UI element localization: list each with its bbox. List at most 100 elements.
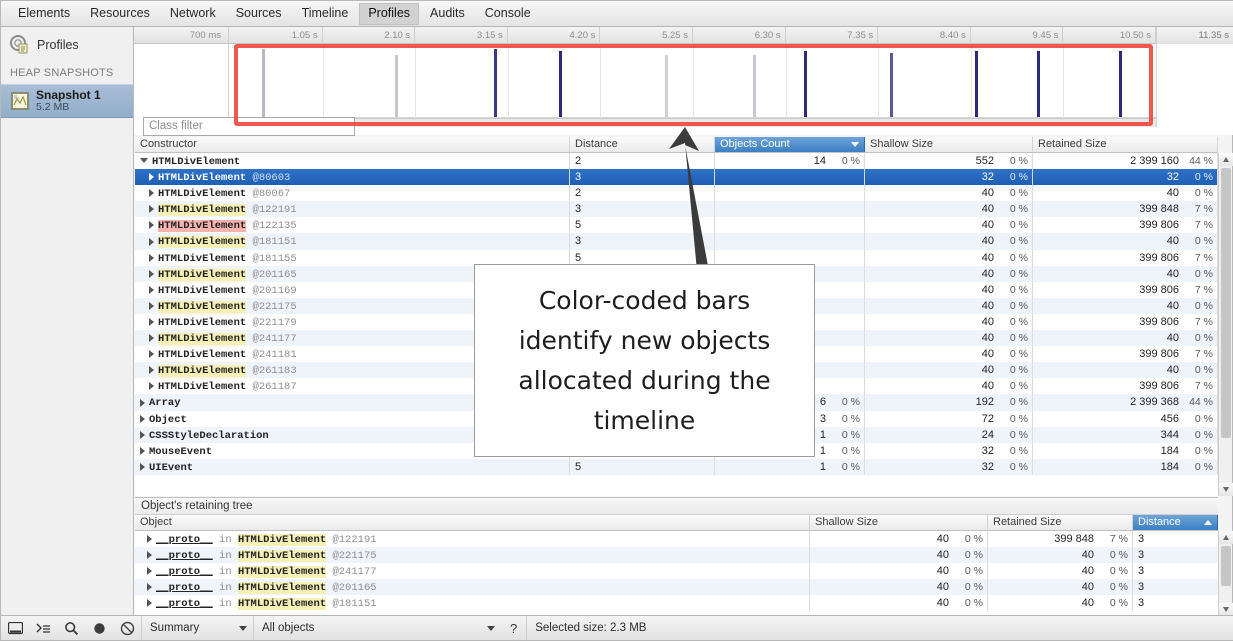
record-icon[interactable]	[85, 616, 113, 640]
triangle-right-icon[interactable]	[149, 334, 154, 342]
triangle-right-icon[interactable]	[147, 599, 152, 607]
cell-percent: 7 %	[1183, 378, 1217, 394]
ruler-tick-label: 2.10 s	[323, 27, 416, 44]
cell-value: 40	[865, 233, 998, 249]
table-row[interactable]: __proto__ in HTMLDivElement @221175 400 %…	[135, 547, 1218, 563]
cell-value: 40	[1033, 330, 1183, 346]
scroll-thumb[interactable]	[1221, 168, 1231, 438]
constructors-grid-scrollbar[interactable]	[1218, 153, 1232, 496]
triangle-right-icon[interactable]	[149, 318, 154, 326]
triangle-right-icon[interactable]	[149, 238, 154, 246]
cell-percent: 0 %	[998, 411, 1032, 427]
retaining-tree-grid[interactable]: ObjectShallow SizeRetained SizeDistance …	[135, 515, 1218, 616]
panel-tab-resources[interactable]: Resources	[81, 3, 159, 25]
scroll-down-arrow[interactable]	[1219, 483, 1233, 496]
cell-percent: 0 %	[953, 531, 987, 547]
cell-percent: 0 %	[953, 547, 987, 563]
clear-icon[interactable]	[113, 616, 141, 640]
triangle-right-icon[interactable]	[149, 302, 154, 310]
cell-percent: 0 %	[1183, 459, 1217, 475]
cell-value: 40	[865, 346, 998, 362]
column-header-retained-size[interactable]: Retained Size	[988, 515, 1133, 530]
triangle-right-icon[interactable]	[140, 399, 145, 407]
snapshot-labels: Snapshot 1 5.2 MB	[36, 89, 101, 113]
triangle-right-icon[interactable]	[140, 415, 145, 423]
retaining-tree-scrollbar[interactable]	[1218, 531, 1232, 616]
chart-gridline	[878, 44, 879, 118]
chart-gridline	[600, 44, 601, 118]
column-header-shallow-size[interactable]: Shallow Size	[865, 137, 1033, 152]
retaining-tree-grid-body[interactable]: __proto__ in HTMLDivElement @122191400 %…	[135, 531, 1218, 611]
cell-numeric: 400 %	[1033, 298, 1218, 314]
triangle-right-icon[interactable]	[140, 447, 145, 455]
panel-tab-timeline[interactable]: Timeline	[293, 3, 358, 25]
cell-object: __proto__ in HTMLDivElement @221175	[135, 547, 810, 563]
cell-percent: 7 %	[1183, 217, 1217, 233]
table-row[interactable]: UIEvent510 %320 %1840 %	[135, 459, 1218, 475]
allocation-bar	[494, 49, 497, 117]
column-header-constructor[interactable]: Constructor	[135, 137, 570, 152]
console-drawer-icon[interactable]	[29, 616, 57, 640]
constructor-name: HTMLDivElement	[238, 534, 326, 546]
panel-tab-profiles[interactable]: Profiles	[359, 3, 419, 25]
triangle-right-icon[interactable]	[147, 583, 152, 591]
triangle-right-icon[interactable]	[140, 463, 145, 471]
constructor-name: HTMLDivElement	[158, 285, 246, 297]
view-mode-select[interactable]: Summary	[141, 616, 253, 640]
triangle-right-icon[interactable]	[149, 382, 154, 390]
dock-icon[interactable]	[1, 616, 29, 640]
triangle-right-icon[interactable]	[149, 254, 154, 262]
scroll-up-arrow[interactable]	[1219, 153, 1233, 166]
chart-gridline	[786, 44, 787, 118]
cell-numeric: 2 399 16044 %	[1033, 153, 1218, 169]
object-filter-select[interactable]: All objects	[253, 616, 501, 640]
allocation-bar	[890, 53, 893, 117]
triangle-right-icon[interactable]	[147, 535, 152, 543]
table-row[interactable]: __proto__ in HTMLDivElement @181151400 %…	[135, 595, 1218, 611]
search-icon[interactable]	[57, 616, 85, 640]
cell-numeric: 400 %	[988, 547, 1133, 563]
panel-tab-sources[interactable]: Sources	[227, 3, 291, 25]
triangle-right-icon[interactable]	[149, 286, 154, 294]
cell-numeric: 400 %	[865, 282, 1033, 298]
panel-tab-console[interactable]: Console	[476, 3, 540, 25]
table-row[interactable]: __proto__ in HTMLDivElement @122191400 %…	[135, 531, 1218, 547]
cell-value: 40	[810, 595, 953, 611]
triangle-right-icon[interactable]	[140, 431, 145, 439]
table-row[interactable]: __proto__ in HTMLDivElement @201165400 %…	[135, 579, 1218, 595]
cell-percent: 0 %	[1098, 579, 1132, 595]
triangle-right-icon[interactable]	[147, 567, 152, 575]
panel-tab-audits[interactable]: Audits	[421, 3, 474, 25]
class-filter-input[interactable]: Class filter	[143, 117, 355, 136]
cell-numeric: 400 %	[1033, 266, 1218, 282]
column-header-shallow-size[interactable]: Shallow Size	[810, 515, 988, 530]
panel-tab-network[interactable]: Network	[161, 3, 225, 25]
scroll-up-arrow[interactable]	[1219, 531, 1233, 544]
column-header-object[interactable]: Object	[135, 515, 810, 530]
cell-percent: 7 %	[1183, 250, 1217, 266]
triangle-right-icon[interactable]	[149, 366, 154, 374]
help-button[interactable]: ?	[501, 621, 526, 636]
triangle-down-icon[interactable]	[140, 158, 148, 163]
property-name: __proto__	[156, 566, 213, 578]
in-keyword: in	[213, 598, 238, 610]
sidebar-item-snapshot-1[interactable]: Snapshot 1 5.2 MB	[1, 84, 133, 118]
cell-numeric: 5520 %	[865, 153, 1033, 169]
object-id: @80603	[246, 172, 290, 184]
triangle-right-icon[interactable]	[149, 173, 154, 181]
cell-percent: 0 %	[830, 394, 864, 410]
panel-tab-elements[interactable]: Elements	[9, 3, 79, 25]
triangle-right-icon[interactable]	[147, 551, 152, 559]
triangle-right-icon[interactable]	[149, 205, 154, 213]
cell-numeric: 2 399 36844 %	[1033, 394, 1218, 410]
column-header-distance[interactable]: Distance	[1133, 515, 1218, 530]
allocation-bars-chart[interactable]	[230, 44, 1156, 118]
triangle-right-icon[interactable]	[149, 270, 154, 278]
table-row[interactable]: __proto__ in HTMLDivElement @241177400 %…	[135, 563, 1218, 579]
triangle-right-icon[interactable]	[149, 221, 154, 229]
scroll-thumb[interactable]	[1221, 546, 1231, 586]
triangle-right-icon[interactable]	[149, 189, 154, 197]
column-header-retained-size[interactable]: Retained Size	[1033, 137, 1218, 152]
triangle-right-icon[interactable]	[149, 350, 154, 358]
cell-percent: 7 %	[1183, 314, 1217, 330]
